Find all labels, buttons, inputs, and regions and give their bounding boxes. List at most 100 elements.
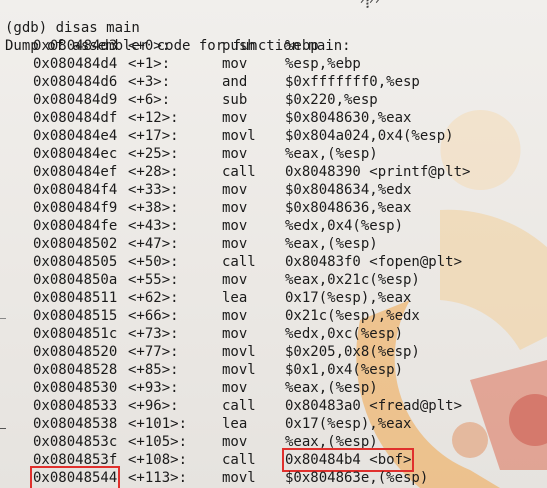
asm-address: 0x080484d6: [33, 74, 118, 90]
asm-operands: %eax,(%esp): [285, 380, 378, 396]
asm-operands: %ebp: [285, 38, 319, 54]
asm-operands: 0x80483a0 <fread@plt>: [285, 398, 463, 414]
asm-offset: <+38>:: [128, 200, 179, 216]
asm-offset: <+85>:: [128, 362, 179, 378]
asm-address: 0x08048505: [33, 254, 118, 270]
asm-address: 0x08048520: [33, 344, 118, 360]
asm-address: 0x080484d9: [33, 92, 118, 108]
asm-operands: $0x205,0x8(%esp): [285, 344, 420, 360]
asm-mnemonic: call: [222, 452, 256, 468]
asm-offset: <+47>:: [128, 236, 179, 252]
asm-offset: <+17>:: [128, 128, 179, 144]
asm-operands: $0x804a024,0x4(%esp): [285, 128, 454, 144]
asm-mnemonic: and: [222, 74, 248, 90]
left-edge-tick: [0, 428, 6, 429]
asm-mnemonic: mov: [222, 434, 248, 450]
terminal-window[interactable]: ᐟ᎒ᐟᐟ (gdb) disas main Dump of assembler …: [0, 0, 547, 488]
command-line: (gdb) disas main: [0, 1, 140, 36]
asm-mnemonic: movl: [222, 470, 256, 486]
asm-address: 0x0804853f: [33, 452, 118, 468]
asm-operands: 0x8048390 <printf@plt>: [285, 164, 471, 180]
asm-mnemonic: mov: [222, 272, 248, 288]
asm-offset: <+55>:: [128, 272, 179, 288]
asm-operands: %edx,0x4(%esp): [285, 218, 404, 234]
asm-mnemonic: mov: [222, 218, 248, 234]
asm-mnemonic: mov: [222, 380, 248, 396]
asm-offset: <+25>:: [128, 146, 179, 162]
asm-address: 0x080484f4: [33, 182, 118, 198]
asm-address: 0x08048533: [33, 398, 118, 414]
asm-address: 0x080484f9: [33, 200, 118, 216]
asm-operands: %esp,%ebp: [285, 56, 361, 72]
left-edge-tick: [0, 318, 6, 319]
asm-mnemonic: sub: [222, 92, 248, 108]
asm-mnemonic: mov: [222, 146, 248, 162]
asm-operands: %eax,(%esp): [285, 146, 378, 162]
asm-mnemonic: push: [222, 38, 256, 54]
asm-address: 0x080484e4: [33, 128, 118, 144]
asm-offset: <+101>:: [128, 416, 188, 432]
asm-offset: <+66>:: [128, 308, 179, 324]
asm-offset: <+113>:: [128, 470, 188, 486]
asm-offset: <+12>:: [128, 110, 179, 126]
asm-operands: $0xfffffff0,%esp: [285, 74, 420, 90]
asm-mnemonic: mov: [222, 308, 248, 324]
highlighted-return-address: 0x08048544: [29, 466, 121, 488]
asm-operands: $0x8048636,%eax: [285, 200, 412, 216]
asm-mnemonic: movl: [222, 128, 256, 144]
asm-address: 0x080484d3: [33, 38, 118, 54]
asm-address: 0x08048530: [33, 380, 118, 396]
asm-address: 0x08048528: [33, 362, 118, 378]
asm-offset: <+108>:: [128, 452, 188, 468]
clipped-previous-line: ᐟ᎒ᐟᐟ: [360, 0, 382, 12]
asm-address: 0x0804853c: [33, 434, 118, 450]
asm-offset: <+0>:: [128, 38, 171, 54]
asm-address: 0x080484df: [33, 110, 118, 126]
asm-mnemonic: mov: [222, 236, 248, 252]
asm-address: 0x08048502: [33, 236, 118, 252]
asm-offset: <+1>:: [128, 56, 171, 72]
asm-operands: %eax,0x21c(%esp): [285, 272, 420, 288]
asm-operands: $0x220,%esp: [285, 92, 378, 108]
asm-offset: <+73>:: [128, 326, 179, 342]
asm-offset: <+93>:: [128, 380, 179, 396]
asm-address: 0x08048515: [33, 308, 118, 324]
asm-mnemonic: mov: [222, 56, 248, 72]
asm-operands: 0x17(%esp),%eax: [285, 416, 412, 432]
asm-operands: %eax,(%esp): [285, 434, 378, 450]
asm-address: 0x08048538: [33, 416, 118, 432]
asm-address: 0x080484ef: [33, 164, 118, 180]
asm-address: 0x080484d4: [33, 56, 118, 72]
asm-operands: $0x804863e,(%esp): [285, 470, 429, 486]
asm-offset: <+50>:: [128, 254, 179, 270]
asm-operands: %edx,0xc(%esp): [285, 326, 404, 342]
asm-offset: <+3>:: [128, 74, 171, 90]
asm-address: 0x0804850a: [33, 272, 118, 288]
asm-offset: <+43>:: [128, 218, 179, 234]
asm-address: 0x080484ec: [33, 146, 118, 162]
asm-operands: 0x21c(%esp),%edx: [285, 308, 420, 324]
asm-offset: <+28>:: [128, 164, 179, 180]
asm-offset: <+96>:: [128, 398, 179, 414]
asm-address: 0x0804851c: [33, 326, 118, 342]
asm-operands: $0x8048634,%edx: [285, 182, 412, 198]
asm-address: 0x080484fe: [33, 218, 118, 234]
asm-offset: <+105>:: [128, 434, 188, 450]
asm-operands: 0x80483f0 <fopen@plt>: [285, 254, 463, 270]
asm-mnemonic: mov: [222, 110, 248, 126]
asm-mnemonic: call: [222, 164, 256, 180]
asm-operands: $0x1,0x4(%esp): [285, 362, 404, 378]
asm-mnemonic: mov: [222, 326, 248, 342]
asm-mnemonic: mov: [222, 200, 248, 216]
asm-mnemonic: movl: [222, 362, 256, 378]
asm-mnemonic: lea: [222, 290, 248, 306]
asm-offset: <+6>:: [128, 92, 171, 108]
asm-mnemonic: call: [222, 398, 256, 414]
dump-header: Dump of assembler code for function main…: [0, 19, 351, 54]
asm-offset: <+33>:: [128, 182, 179, 198]
asm-operands: $0x8048630,%eax: [285, 110, 412, 126]
highlighted-bof-call-target: 0x80484b4 <bof>: [281, 448, 415, 472]
asm-mnemonic: lea: [222, 416, 248, 432]
asm-mnemonic: call: [222, 254, 256, 270]
asm-operands: %eax,(%esp): [285, 236, 378, 252]
